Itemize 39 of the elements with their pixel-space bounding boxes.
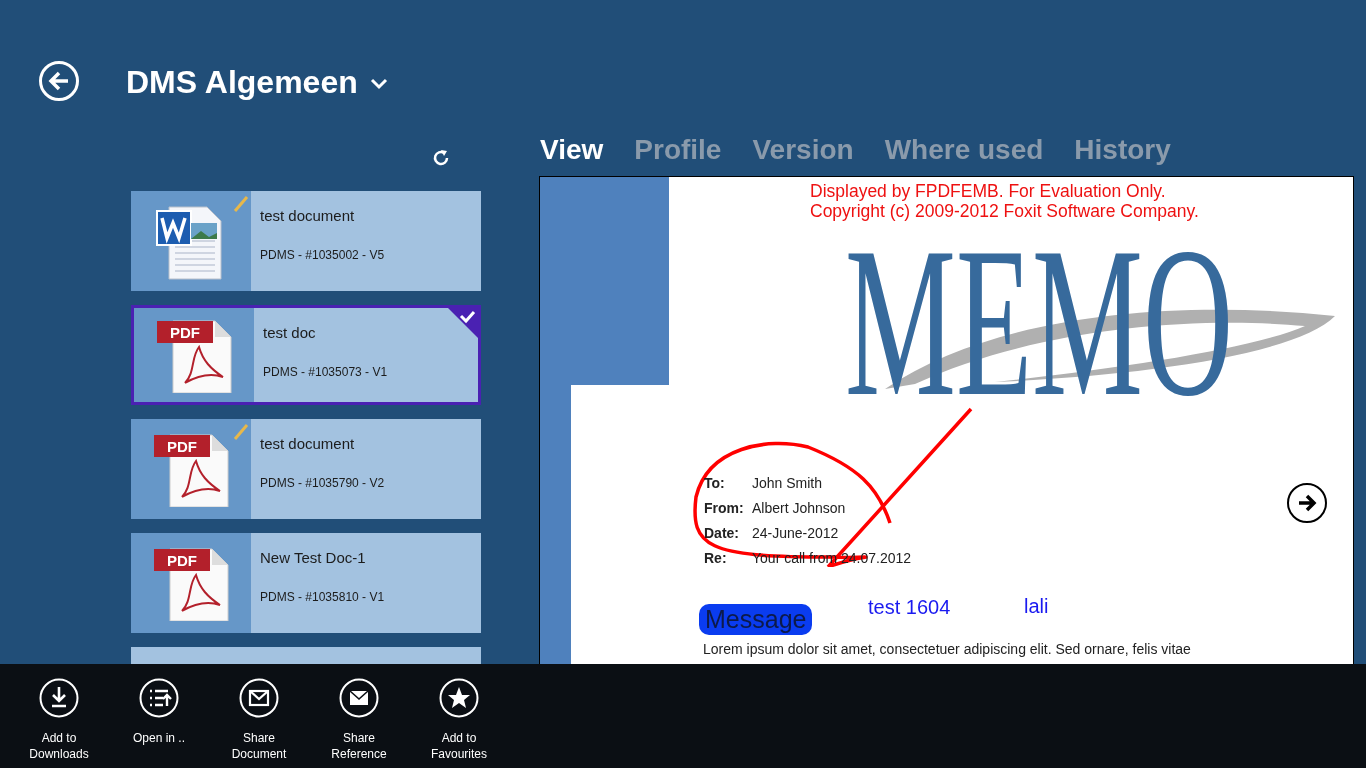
document-meta: PDMS - #1035002 - V5 (260, 246, 385, 264)
tab[interactable]: View (540, 132, 604, 168)
refresh-icon[interactable] (431, 148, 451, 168)
arrow-right-icon (1296, 494, 1318, 512)
body-text-line: Lorem ipsum dolor sit amet, consectetuer adipiscing elit. Sed ornare, felis vitae (703, 640, 1191, 659)
chevron-down-icon[interactable] (369, 78, 388, 90)
page-title: DMS Algemeen (126, 63, 358, 102)
document-item[interactable]: PDF test doc PDMS - #1035073 - V1 (131, 305, 481, 405)
document-title: test document (260, 434, 356, 454)
document-title: test document (260, 206, 356, 226)
document-item[interactable]: test document PDMS - #1035002 - V5 (131, 191, 481, 291)
field-label: Re: (704, 549, 728, 568)
list-upload-icon (139, 678, 179, 718)
memo-logo: MEMO (845, 239, 1340, 404)
document-item[interactable]: PDF test document PDMS - #1035790 - V2 (131, 419, 481, 519)
back-arrow-icon (48, 71, 70, 91)
envelope-outline-icon (239, 678, 279, 718)
field-label: Date: (704, 524, 740, 543)
annotation-text: test 1604 (868, 595, 951, 620)
next-page-button[interactable] (1287, 483, 1327, 523)
annotation-text: lali (1024, 594, 1049, 619)
field-value: John Smith (752, 474, 823, 493)
back-button[interactable] (39, 61, 79, 101)
message-heading: Message (699, 604, 813, 635)
document-title: New Test Doc-1 (260, 548, 367, 568)
envelope-icon (339, 678, 379, 718)
document-meta: PDMS - #1035073 - V1 (263, 363, 388, 381)
download-icon (39, 678, 79, 718)
document-item[interactable]: PDF New Test Doc-1 PDMS - #1035810 - V1 (131, 533, 481, 633)
field-label: From: (704, 499, 745, 518)
field-value: Albert Johnson (752, 499, 846, 518)
evaluation-notice: Copyright (c) 2009-2012 Foxit Software Company. (810, 201, 1199, 221)
field-value: 24-June-2012 (752, 524, 839, 543)
selected-check-icon (448, 308, 478, 338)
field-label: To: (704, 474, 726, 493)
evaluation-notice: Displayed by FPDFEMB. For Evaluation Only. (810, 181, 1167, 201)
document-meta: PDMS - #1035810 - V1 (260, 588, 385, 606)
document-meta: PDMS - #1035790 - V2 (260, 474, 385, 492)
document-title: test doc (263, 323, 317, 343)
